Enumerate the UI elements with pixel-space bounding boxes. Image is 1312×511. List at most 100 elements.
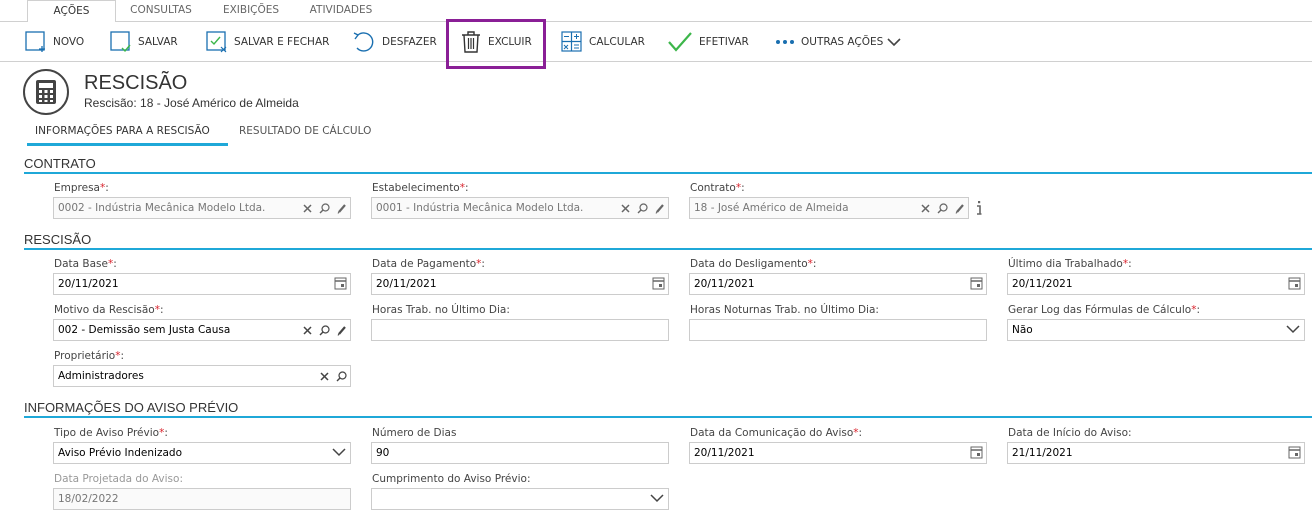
calendar-icon[interactable] (970, 277, 983, 290)
checkmark-icon (668, 32, 692, 52)
estabelecimento-label: Estabelecimento*: (372, 182, 469, 194)
calendar-icon[interactable] (1288, 446, 1301, 459)
novo-label: NOVO (53, 36, 85, 48)
clear-icon[interactable] (299, 198, 316, 218)
efetivar-label: EFETIVAR (699, 36, 749, 48)
outras-acoes-label: OUTRAS AÇÕES (801, 36, 884, 48)
edit-pencil-icon[interactable] (951, 198, 968, 218)
calcular-button[interactable]: CALCULAR (561, 22, 645, 62)
section-rescisao-title: RESCISÃO (24, 232, 92, 247)
section-aviso-title: INFORMAÇÕES DO AVISO PRÉVIO (24, 400, 239, 415)
tab-atividades[interactable]: ATIVIDADES (300, 0, 382, 22)
section-divider (24, 416, 1312, 418)
info-icon[interactable] (973, 198, 985, 218)
gerar-log-label: Gerar Log das Fórmulas de Cálculo*: (1008, 304, 1200, 316)
horas-noturnas-field[interactable] (689, 319, 987, 341)
desfazer-button[interactable]: DESFAZER (352, 22, 437, 62)
data-comunicacao-field[interactable]: 20/11/2021 (689, 442, 987, 464)
search-icon[interactable] (316, 198, 333, 218)
tipo-aviso-label: Tipo de Aviso Prévio*: (54, 427, 168, 439)
data-pagamento-field[interactable]: 20/11/2021 (371, 273, 669, 295)
excluir-highlight-box (446, 19, 546, 69)
top-tab-bar: AÇÕES CONSULTAS EXIBIÇÕES ATIVIDADES (0, 0, 1312, 23)
undo-icon (353, 32, 374, 52)
tipo-aviso-select[interactable]: Aviso Prévio Indenizado (53, 442, 351, 464)
data-pagamento-label: Data de Pagamento*: (372, 258, 485, 270)
action-toolbar: NOVO SALVAR SALVAR E FECHAR DESFAZER EXC… (0, 22, 1312, 62)
tab-informacoes-rescisao[interactable]: INFORMAÇÕES PARA A RESCISÃO (35, 125, 210, 137)
salvar-label: SALVAR (138, 36, 178, 48)
cumprimento-select[interactable] (371, 488, 669, 510)
calculator-icon (561, 31, 582, 52)
proprietario-field[interactable]: Administradores (53, 365, 351, 387)
calculator-avatar-icon (23, 69, 69, 115)
calendar-icon[interactable] (652, 277, 665, 290)
section-divider (24, 172, 1312, 174)
chevron-down-icon (887, 38, 901, 47)
salvar-button[interactable]: SALVAR (110, 22, 178, 62)
tab-resultado-calculo[interactable]: RESULTADO DE CÁLCULO (239, 125, 371, 137)
horas-trab-label: Horas Trab. no Último Dia: (372, 304, 510, 316)
calendar-icon[interactable] (1288, 277, 1301, 290)
new-document-icon (25, 31, 45, 52)
estabelecimento-field[interactable]: 0001 - Indústria Mecânica Modelo Ltda. (371, 197, 669, 219)
ultimo-dia-label: Último dia Trabalhado*: (1008, 258, 1132, 270)
chevron-down-icon[interactable] (650, 493, 664, 503)
motivo-label: Motivo da Rescisão*: (54, 304, 164, 316)
tab-consultas[interactable]: CONSULTAS (120, 0, 202, 22)
data-inicio-label: Data de Início do Aviso: (1008, 427, 1132, 439)
novo-button[interactable]: NOVO (25, 22, 84, 62)
chevron-down-icon[interactable] (332, 447, 346, 457)
data-comunicacao-label: Data da Comunicação do Aviso*: (690, 427, 863, 439)
data-projetada-field: 18/02/2022 (53, 488, 351, 510)
numero-dias-field[interactable]: 90 (371, 442, 669, 464)
search-icon[interactable] (634, 198, 651, 218)
search-icon[interactable] (934, 198, 951, 218)
save-icon (110, 31, 131, 53)
data-desligamento-field[interactable]: 20/11/2021 (689, 273, 987, 295)
cumprimento-label: Cumprimento do Aviso Prévio: (372, 473, 531, 485)
clear-icon[interactable] (917, 198, 934, 218)
tab-acoes[interactable]: AÇÕES (27, 0, 116, 23)
active-tab-indicator (27, 143, 228, 146)
edit-pencil-icon[interactable] (651, 198, 668, 218)
search-icon[interactable] (333, 366, 350, 386)
calendar-icon[interactable] (970, 446, 983, 459)
save-close-icon (206, 31, 227, 53)
motivo-field[interactable]: 002 - Demissão sem Justa Causa (53, 319, 351, 341)
more-dots-icon (776, 40, 794, 44)
section-contrato-title: CONTRATO (24, 156, 96, 171)
salvar-e-fechar-button[interactable]: SALVAR E FECHAR (206, 22, 329, 62)
calendar-icon[interactable] (334, 277, 347, 290)
clear-icon[interactable] (299, 320, 316, 340)
data-projetada-label: Data Projetada do Aviso: (54, 473, 183, 485)
tab-exibicoes[interactable]: EXIBIÇÕES (210, 0, 292, 22)
contrato-field[interactable]: 18 - José Américo de Almeida (689, 197, 969, 219)
data-inicio-field[interactable]: 21/11/2021 (1007, 442, 1305, 464)
horas-trab-field[interactable] (371, 319, 669, 341)
calcular-label: CALCULAR (589, 36, 645, 48)
horas-noturnas-label: Horas Noturnas Trab. no Último Dia: (690, 304, 879, 316)
data-desligamento-label: Data do Desligamento*: (690, 258, 817, 270)
search-icon[interactable] (316, 320, 333, 340)
edit-pencil-icon[interactable] (333, 320, 350, 340)
empresa-field[interactable]: 0002 - Indústria Mecânica Modelo Ltda. (53, 197, 351, 219)
ultimo-dia-field[interactable]: 20/11/2021 (1007, 273, 1305, 295)
numero-dias-label: Número de Dias (372, 427, 457, 439)
desfazer-label: DESFAZER (382, 36, 437, 48)
outras-acoes-button[interactable]: OUTRAS AÇÕES (775, 22, 907, 62)
salvar-e-fechar-label: SALVAR E FECHAR (234, 36, 330, 48)
contrato-label: Contrato*: (690, 182, 745, 194)
page-title: RESCISÃO (84, 72, 188, 94)
data-base-label: Data Base*: (54, 258, 117, 270)
data-base-field[interactable]: 20/11/2021 (53, 273, 351, 295)
empresa-label: Empresa*: (54, 182, 109, 194)
page-subtitle: Rescisão: 18 - José Américo de Almeida (84, 96, 299, 110)
clear-icon[interactable] (617, 198, 634, 218)
gerar-log-select[interactable]: Não (1007, 319, 1305, 341)
chevron-down-icon[interactable] (1286, 324, 1300, 334)
efetivar-button[interactable]: EFETIVAR (667, 22, 749, 62)
clear-icon[interactable] (316, 366, 333, 386)
section-divider (24, 248, 1312, 250)
edit-pencil-icon[interactable] (333, 198, 350, 218)
